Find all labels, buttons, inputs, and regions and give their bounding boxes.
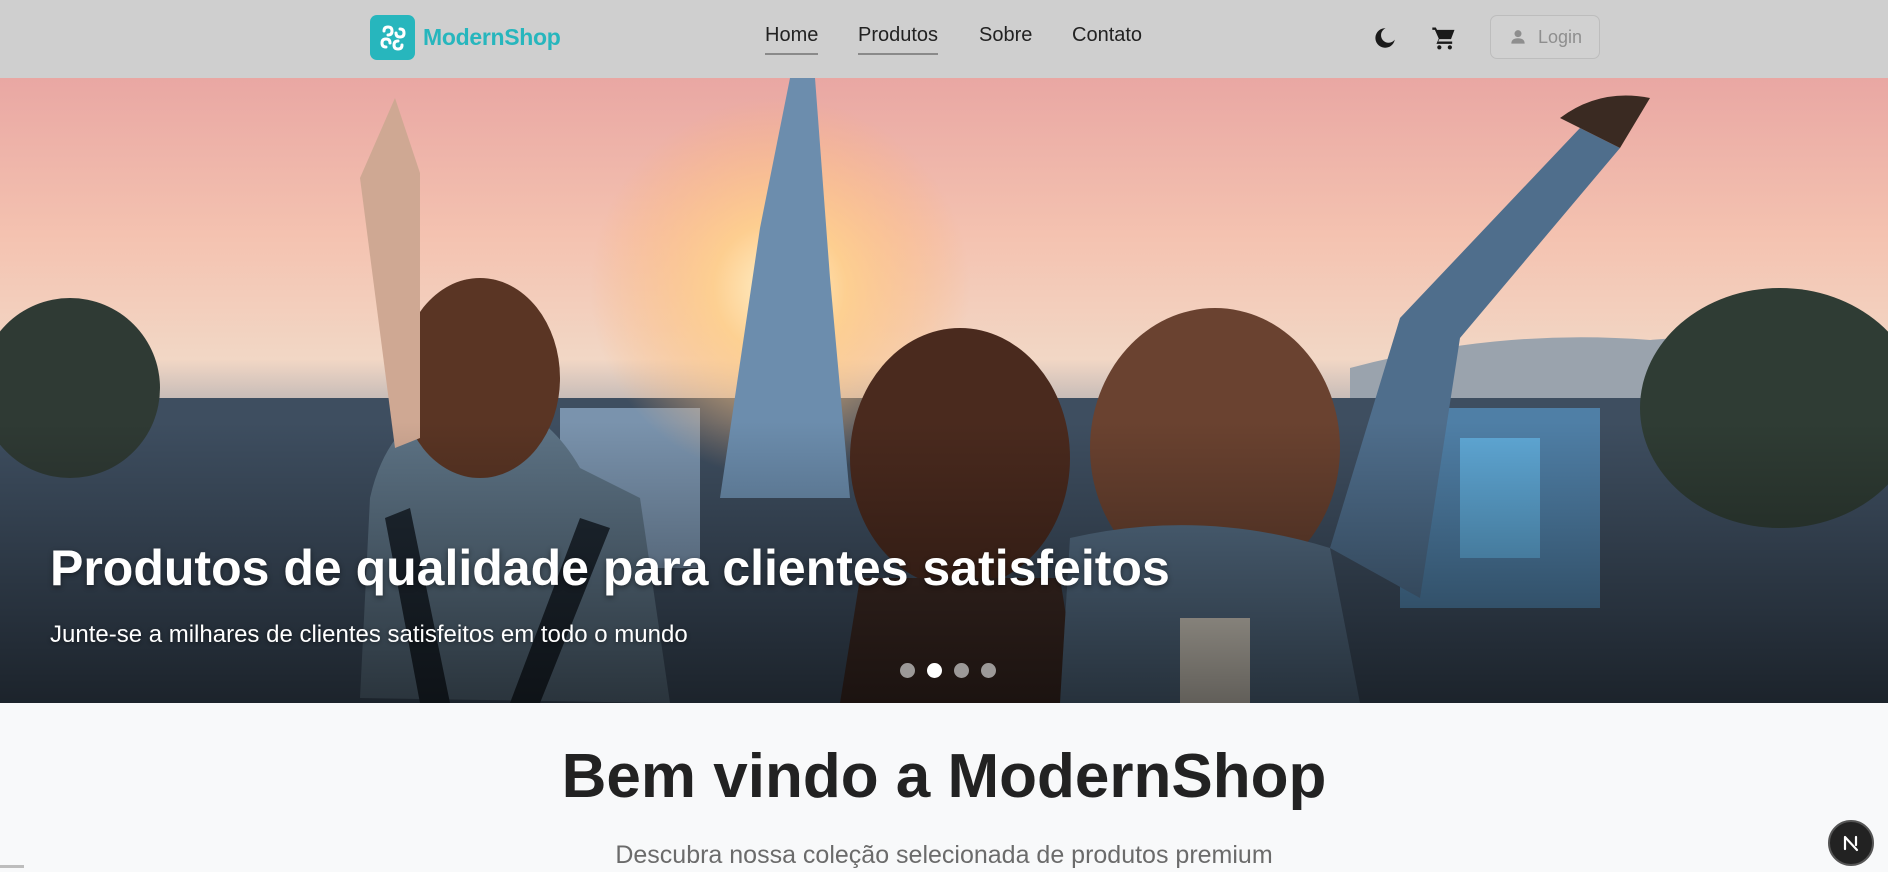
nav-contato[interactable]: Contato bbox=[1072, 24, 1142, 53]
cart-button[interactable] bbox=[1428, 20, 1460, 56]
nav-sobre[interactable]: Sobre bbox=[979, 24, 1032, 53]
welcome-subtitle: Descubra nossa coleção selecionada de pr… bbox=[615, 841, 1273, 869]
scroll-edge bbox=[0, 865, 24, 868]
login-button[interactable]: Login bbox=[1490, 15, 1600, 59]
nav-home[interactable]: Home bbox=[765, 24, 819, 55]
login-label: Login bbox=[1537, 26, 1583, 47]
carousel-dot-1[interactable] bbox=[900, 663, 915, 678]
user-icon bbox=[1511, 30, 1525, 44]
brand-name: ModernShop bbox=[423, 24, 561, 50]
logo-icon bbox=[370, 15, 415, 60]
nav-produtos[interactable]: Produtos bbox=[858, 24, 939, 55]
dark-mode-toggle[interactable] bbox=[1369, 20, 1401, 56]
carousel-dot-2[interactable] bbox=[927, 663, 942, 678]
hero-carousel: Produtos de qualidade para clientes sati… bbox=[0, 78, 1888, 703]
moon-icon bbox=[1375, 28, 1395, 48]
carousel-indicators bbox=[900, 663, 996, 678]
carousel-dot-3[interactable] bbox=[954, 663, 969, 678]
hero-title: Produtos de qualidade para clientes sati… bbox=[50, 540, 1170, 596]
navbar: ModernShop Home Produtos Sobre Contato L… bbox=[0, 0, 1888, 78]
hero-subtitle: Junte-se a milhares de clientes satisfei… bbox=[50, 621, 688, 648]
carousel-dot-4[interactable] bbox=[981, 663, 996, 678]
brand-logo[interactable]: ModernShop bbox=[370, 15, 561, 60]
next-dev-indicator[interactable] bbox=[1828, 820, 1874, 866]
welcome-title: Bem vindo a ModernShop bbox=[561, 742, 1327, 811]
next-logo-icon bbox=[1843, 835, 1859, 852]
cart-icon bbox=[1432, 27, 1455, 50]
hero-image bbox=[0, 78, 1888, 703]
